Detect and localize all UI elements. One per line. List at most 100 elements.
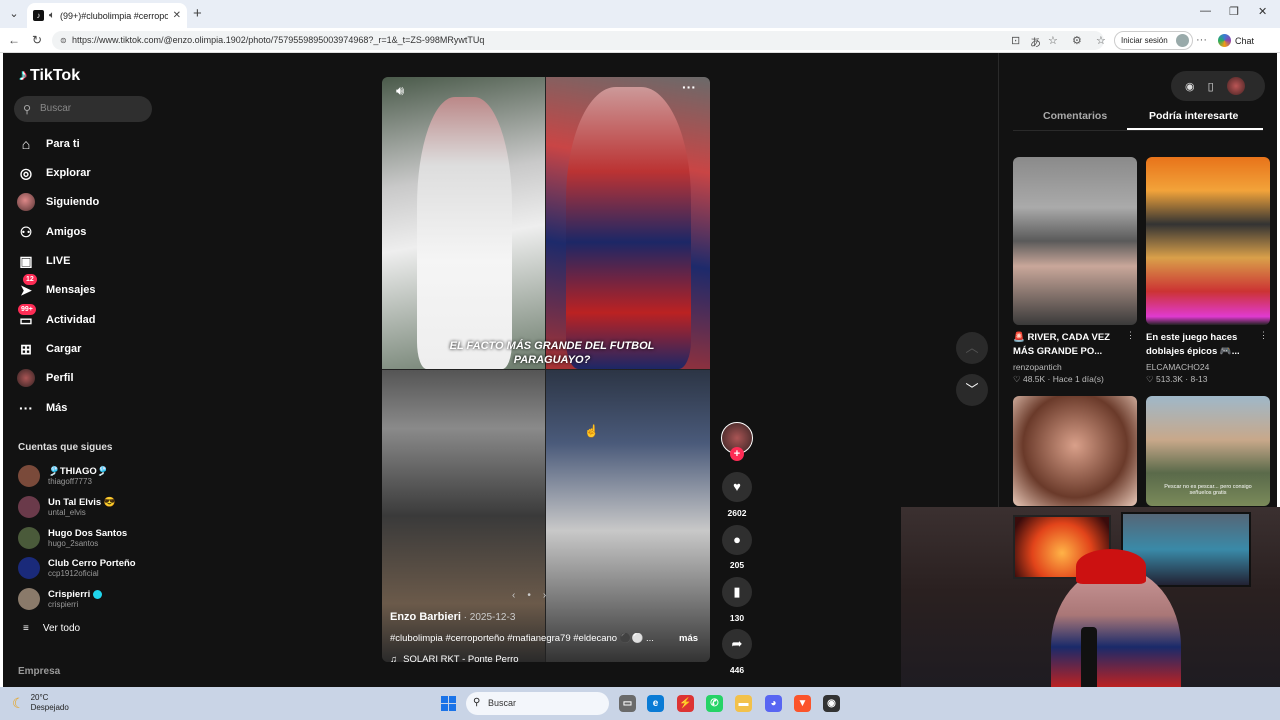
video-thumbnail: Pescar no es pescar... pero consigo señu…: [1146, 396, 1270, 506]
followed-account[interactable]: Club Cerro Porteño ccp1912oficial: [18, 557, 136, 579]
nav-label: Cargar: [46, 343, 82, 355]
favorites-icon[interactable]: ☆: [1096, 34, 1106, 47]
save-count: 130: [729, 613, 745, 623]
photo-post[interactable]: EL FACTO MÁS GRANDE DEL FUTBOL PARAGUAYO…: [382, 77, 710, 662]
nav-item-para-ti[interactable]: ⌂ Para ti: [17, 133, 80, 155]
profile-avatar: [1175, 34, 1189, 47]
music-info[interactable]: ♫ SOLARI RKT - Ponte Perro: [390, 654, 519, 662]
app-icon[interactable]: ⊡: [1011, 34, 1020, 47]
volume-icon[interactable]: 🔊︎: [396, 83, 404, 99]
suggested-video-card[interactable]: Pescar no es pescar... pero consigo señu…: [1146, 396, 1270, 506]
tab-list-chevron-icon[interactable]: ⌄: [6, 6, 22, 22]
new-tab-icon[interactable]: +: [193, 5, 202, 22]
favorite-star-icon[interactable]: ☆: [1048, 34, 1058, 47]
nav-label: Más: [46, 402, 68, 414]
translate-icon[interactable]: あ: [1030, 34, 1041, 50]
reload-icon[interactable]: ↻: [32, 33, 42, 47]
coin-icon[interactable]: ◉: [1185, 80, 1195, 93]
next-photo-icon[interactable]: ›: [543, 590, 546, 601]
followed-account[interactable]: 🎐THIAGO🎐 thiagoff7773: [18, 465, 109, 487]
card-title: En este juego haces doblajes épicos 🎮...: [1146, 332, 1240, 357]
minimize-icon[interactable]: —: [1200, 5, 1211, 17]
close-window-icon[interactable]: ✕: [1258, 5, 1267, 18]
restore-icon[interactable]: ❐: [1229, 5, 1239, 18]
whatsapp-icon[interactable]: ✆: [706, 695, 723, 712]
author-name: Enzo Barbieri: [390, 611, 461, 623]
like-button[interactable]: ♥: [722, 472, 752, 502]
nav-item-cargar[interactable]: ⊞ Cargar: [17, 338, 81, 360]
comment-button[interactable]: ●: [722, 525, 752, 555]
save-button[interactable]: ▮: [722, 577, 752, 607]
followed-account[interactable]: Un Tal Elvis 😎 untal_elvis: [18, 496, 116, 518]
close-tab-icon[interactable]: ✕: [173, 10, 181, 21]
nav-item-mas[interactable]: ··· Más: [17, 397, 67, 419]
tiktok-logo[interactable]: ♪ TikTok: [19, 67, 80, 85]
followed-account[interactable]: Crispierri crispierri: [18, 588, 102, 610]
panel-toolbar: ◉ ▯: [1171, 71, 1265, 101]
nav-item-live[interactable]: ▣ LIVE: [17, 250, 70, 272]
user-avatar[interactable]: [1226, 77, 1245, 95]
following-avatar: [17, 193, 35, 211]
discord-icon[interactable]: ◕: [765, 695, 782, 712]
active-tab-indicator: [1127, 128, 1263, 130]
search-input[interactable]: Buscar: [14, 96, 152, 122]
card-more-icon[interactable]: ⋮: [1259, 330, 1268, 341]
nav-item-perfil[interactable]: Perfil: [17, 367, 74, 389]
more-options-icon[interactable]: ···: [682, 79, 696, 95]
next-video-button[interactable]: ﹀: [956, 374, 988, 406]
speaker-icon[interactable]: 🔈︎: [49, 10, 55, 21]
nav-item-siguiendo[interactable]: Siguiendo: [17, 191, 99, 213]
followed-account[interactable]: Hugo Dos Santos hugo_2santos: [18, 527, 127, 549]
nav-item-actividad[interactable]: ▭ 99+ Actividad: [17, 304, 96, 331]
suggested-video-card[interactable]: 🚨 RIVER, CADA VEZ MÁS GRANDE PO... renzo…: [1013, 157, 1137, 385]
nav-item-mensajes[interactable]: ➤ 12 Mensajes: [17, 274, 96, 301]
copilot-chat-button[interactable]: Chat: [1218, 34, 1254, 47]
device-icon[interactable]: ▯: [1208, 80, 1214, 93]
heart-icon: ♥: [733, 479, 741, 494]
prev-photo-icon[interactable]: ‹: [512, 590, 515, 601]
friends-icon: ⚇: [19, 223, 33, 240]
windows-start-icon[interactable]: [441, 696, 456, 711]
tab-comments[interactable]: Comentarios: [1043, 110, 1107, 122]
taskbar-search[interactable]: Buscar: [466, 692, 609, 715]
brave-icon[interactable]: ▼: [794, 695, 811, 712]
file-explorer-icon[interactable]: ▬: [735, 695, 752, 712]
suggested-video-card[interactable]: En este juego haces doblajes épicos 🎮...…: [1146, 157, 1270, 385]
see-all-button[interactable]: ≡ Ver todo: [23, 623, 80, 634]
upload-icon: ⊞: [20, 340, 32, 357]
previous-video-button[interactable]: ︿: [956, 332, 988, 364]
empresa-link[interactable]: Empresa: [18, 666, 60, 677]
weather-widget[interactable]: ☾ 20°C Despejado: [12, 693, 69, 713]
avatar: [18, 527, 40, 549]
task-view-icon[interactable]: ▭: [619, 695, 636, 712]
account-username: crispierri: [48, 600, 79, 609]
moon-icon: ☾: [12, 694, 25, 711]
nav-label: Para ti: [46, 138, 80, 150]
account-username: untal_elvis: [48, 508, 86, 517]
player-figure: [417, 97, 512, 369]
signin-button[interactable]: Iniciar sesión: [1114, 31, 1193, 50]
more-link[interactable]: más: [679, 633, 698, 644]
obs-icon[interactable]: ◉: [823, 695, 840, 712]
nav-item-explorar[interactable]: ◎ Explorar: [17, 162, 91, 184]
back-icon[interactable]: ←: [8, 33, 20, 47]
site-info-icon[interactable]: ⊜: [60, 36, 67, 45]
more-menu-icon[interactable]: ···: [1196, 34, 1207, 46]
post-author[interactable]: Enzo Barbieri · 2025-12-3: [390, 611, 515, 623]
edge-icon[interactable]: e: [647, 695, 664, 712]
card-user: renzopantich: [1013, 362, 1062, 372]
extension-icon[interactable]: ⚙: [1072, 34, 1082, 47]
account-username: ccp1912oficial: [48, 569, 99, 578]
url-field[interactable]: https://www.tiktok.com/@enzo.olimpia.190…: [52, 31, 1104, 50]
tab-title: (99+)#clubolimpia #cerroporteño: [60, 10, 168, 21]
browser-tab[interactable]: ♪ 🔈︎ (99+)#clubolimpia #cerroporteño ✕: [27, 3, 187, 28]
share-button[interactable]: ➦: [722, 629, 752, 659]
share-icon: ➦: [731, 636, 743, 651]
nav-item-amigos[interactable]: ⚇ Amigos: [17, 221, 87, 243]
card-more-icon[interactable]: ⋮: [1126, 330, 1135, 341]
compass-icon: ◎: [19, 164, 33, 181]
suggested-video-card[interactable]: [1013, 396, 1137, 506]
follow-plus-icon[interactable]: +: [730, 447, 744, 461]
app-red-icon[interactable]: ⚡: [677, 695, 694, 712]
tab-suggestions[interactable]: Podría interesarte: [1149, 110, 1238, 122]
